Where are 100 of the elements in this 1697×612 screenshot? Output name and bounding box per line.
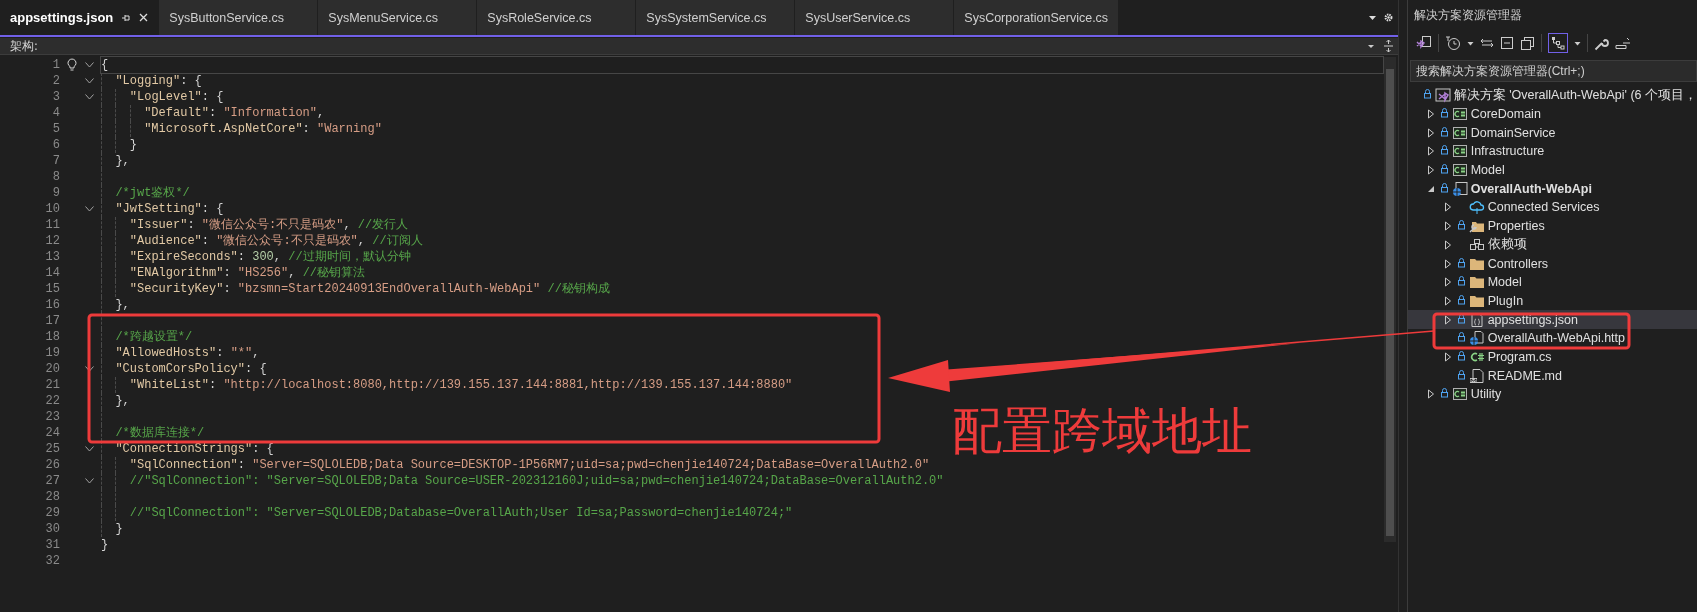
fold-icon[interactable]	[85, 94, 94, 100]
line-number: 4	[51, 106, 60, 120]
line-number: 28	[44, 490, 60, 504]
tree-item[interactable]: appsettings.json	[1407, 310, 1697, 329]
code-line: "Issuer": "微信公众号:不只是码农", //发行人	[129, 218, 409, 232]
code-line: "ConnectionStrings": {	[115, 442, 274, 456]
code-line: "Audience": "微信公众号:不只是码农", //订阅人	[129, 234, 423, 248]
expand-arrow-icon[interactable]	[1426, 389, 1435, 400]
tree-item[interactable]: Program.cs	[1407, 347, 1697, 367]
lightbulb-icon[interactable]	[67, 58, 77, 72]
editor-tab[interactable]: SysCorporationService.cs	[954, 0, 1120, 35]
csproj-icon	[1451, 143, 1468, 160]
dropdown-icon[interactable]	[1366, 42, 1375, 50]
expand-arrow-icon[interactable]	[1443, 258, 1452, 269]
pin-icon[interactable]	[121, 12, 132, 23]
line-number: 22	[44, 394, 60, 408]
code-line: "AllowedHosts": "*",	[115, 346, 260, 360]
collapse-all-icon[interactable]	[1499, 36, 1514, 50]
tree-item[interactable]: OverallAuth-WebApi.http	[1407, 328, 1697, 348]
expand-arrow-icon[interactable]	[1426, 165, 1435, 176]
fold-icon[interactable]	[85, 366, 94, 372]
dropdown-icon[interactable]	[1466, 39, 1474, 47]
line-number: 18	[44, 330, 60, 344]
code-line: "Default": "Information",	[144, 106, 325, 120]
fold-icon[interactable]	[85, 478, 94, 484]
close-icon[interactable]	[139, 13, 149, 22]
expand-arrow-icon[interactable]	[1443, 239, 1452, 250]
code-line: /*jwt鉴权*/	[115, 186, 190, 200]
code-line: "Microsoft.AspNetCore": "Warning"	[144, 122, 382, 136]
settings-icon[interactable]	[1382, 12, 1394, 23]
editor-tab[interactable]: SysRoleService.cs	[477, 0, 637, 35]
md-icon	[1468, 367, 1485, 384]
dropdown-icon[interactable]	[1367, 13, 1377, 22]
solution-icon	[1434, 87, 1451, 104]
solution-switch-icon[interactable]	[1415, 35, 1432, 51]
code-line: //"SqlConnection": "Server=SQLOLEDB;Data Source=USER-202312160J;uid=sa;pwd=chenjie140724;DataBase=OverallAuth2.0"	[129, 474, 944, 488]
expand-arrow-icon[interactable]	[1426, 146, 1435, 157]
expand-arrow-icon[interactable]	[1443, 202, 1452, 213]
scrollbar[interactable]	[1383, 57, 1396, 542]
line-number: 21	[44, 378, 60, 392]
line-number: 3	[51, 90, 60, 104]
expand-arrow-icon[interactable]	[1426, 127, 1435, 138]
tree-item[interactable]: 依赖项	[1407, 235, 1697, 255]
editor-tab[interactable]: SysButtonService.cs	[159, 0, 319, 35]
expand-arrow-icon[interactable]	[1443, 351, 1452, 362]
line-number: 13	[44, 250, 60, 264]
tree-item[interactable]: 解决方案 'OverallAuth-WebApi' (6 个项目，	[1407, 86, 1697, 105]
fold-icon[interactable]	[85, 446, 94, 452]
search-field[interactable]: 搜索解决方案资源管理器(Ctrl+;)	[1409, 60, 1697, 82]
sync-icon[interactable]	[1479, 36, 1494, 50]
code-line: {	[101, 58, 109, 72]
line-number: 11	[44, 218, 60, 232]
editor-tab[interactable]: SysMenuService.cs	[318, 0, 478, 35]
dropdown-icon[interactable]	[1573, 39, 1581, 47]
show-all-files-button[interactable]	[1547, 33, 1568, 53]
fold-icon[interactable]	[85, 78, 94, 84]
line-number: 23	[44, 410, 60, 424]
tree-item[interactable]: DomainService	[1407, 123, 1697, 143]
line-number: 15	[44, 282, 60, 296]
fold-icon[interactable]	[85, 206, 94, 212]
expand-arrow-icon[interactable]	[1443, 221, 1452, 232]
split-icon[interactable]	[1382, 40, 1394, 52]
expand-arrow-icon[interactable]	[1443, 295, 1452, 306]
line-number: 14	[44, 266, 60, 280]
tree-item[interactable]: OverallAuth-WebApi	[1407, 179, 1697, 199]
preview-icon[interactable]	[1614, 36, 1631, 50]
editor-tab[interactable]: SysSystemService.cs	[636, 0, 796, 35]
line-number: 26	[44, 458, 60, 472]
code-line: "LogLevel": {	[129, 90, 224, 104]
expand-arrow-icon[interactable]	[1443, 277, 1452, 288]
line-number: 31	[44, 538, 60, 552]
tree-item[interactable]: Connected Services	[1407, 198, 1697, 217]
tree-item[interactable]: Infrastructure	[1407, 142, 1697, 161]
expand-arrow-icon[interactable]	[1443, 314, 1452, 325]
editor-tab[interactable]: SysUserService.cs	[795, 0, 955, 35]
http-icon	[1468, 330, 1485, 347]
code-line: "JwtSetting": {	[115, 202, 224, 216]
copies-icon[interactable]	[1519, 35, 1535, 51]
history-icon[interactable]	[1444, 35, 1461, 51]
line-number: 8	[51, 170, 60, 184]
tree-item[interactable]: CoreDomain	[1407, 104, 1697, 124]
code-line: }	[129, 138, 137, 152]
tree-item[interactable]: Utility	[1407, 385, 1697, 404]
tree-item[interactable]: README.md	[1407, 366, 1697, 385]
code-line: },	[115, 394, 130, 408]
deps-icon	[1468, 236, 1485, 253]
code-line: "Logging": {	[115, 74, 202, 88]
tree-item[interactable]: Properties	[1407, 216, 1697, 236]
annotation-text: 配置跨域地址	[952, 401, 1252, 462]
tree-item[interactable]: PlugIn	[1407, 291, 1697, 311]
line-number: 2	[51, 74, 60, 88]
tree-item[interactable]: Model	[1407, 160, 1697, 180]
line-number: 24	[44, 426, 60, 440]
line-number: 19	[44, 346, 60, 360]
tree-item[interactable]: Controllers	[1407, 254, 1697, 273]
line-number: 16	[44, 298, 60, 312]
tree-item[interactable]: Model	[1407, 272, 1697, 292]
code-line: "ExpireSeconds": 300, //过期时间，默认分钟	[129, 250, 411, 264]
fold-icon[interactable]	[85, 62, 94, 68]
expand-arrow-icon[interactable]	[1426, 109, 1435, 120]
